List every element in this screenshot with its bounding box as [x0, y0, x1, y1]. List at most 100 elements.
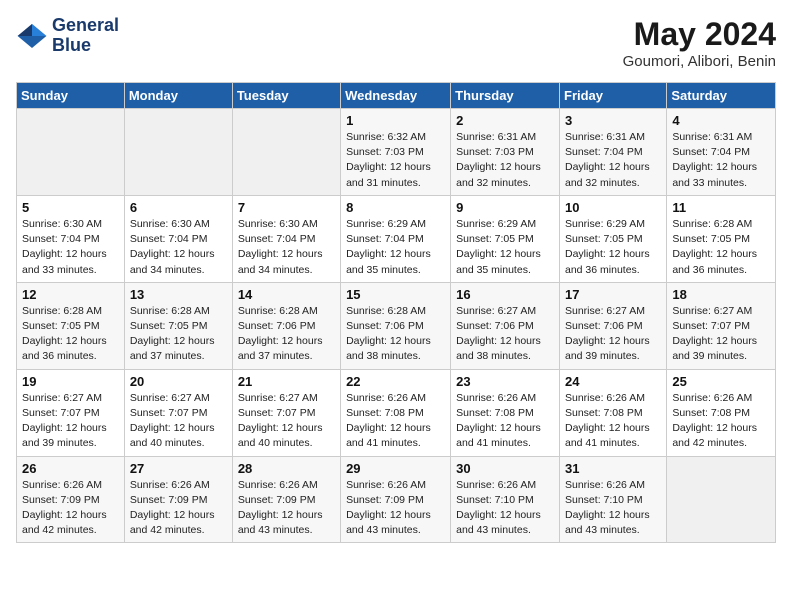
day-cell: 15 Sunrise: 6:28 AM Sunset: 7:06 PM Dayli… [341, 282, 451, 369]
day-cell: 25 Sunrise: 6:26 AM Sunset: 7:08 PM Dayli… [667, 369, 776, 456]
day-info: Sunrise: 6:31 AM Sunset: 7:03 PM Dayligh… [456, 130, 555, 191]
col-header-wednesday: Wednesday [341, 83, 451, 109]
day-cell [17, 109, 125, 196]
day-cell: 8 Sunrise: 6:29 AM Sunset: 7:04 PM Daylig… [341, 195, 451, 282]
day-info: Sunrise: 6:27 AM Sunset: 7:06 PM Dayligh… [456, 304, 555, 365]
week-row-4: 19 Sunrise: 6:27 AM Sunset: 7:07 PM Dayli… [17, 369, 776, 456]
day-cell: 20Sunrise: 6:27 AM Sunset: 7:07 PM Dayli… [124, 369, 232, 456]
day-cell: 30Sunrise: 6:26 AM Sunset: 7:10 PM Dayli… [451, 456, 560, 543]
day-number: 10 [565, 200, 662, 215]
day-number: 9 [456, 200, 555, 215]
day-cell: 24 Sunrise: 6:26 AM Sunset: 7:08 PM Dayli… [560, 369, 667, 456]
day-number: 14 [238, 287, 336, 302]
day-info: Sunrise: 6:29 AM Sunset: 7:05 PM Dayligh… [456, 217, 555, 278]
day-info: Sunrise: 6:31 AM Sunset: 7:04 PM Dayligh… [672, 130, 771, 191]
day-number: 8 [346, 200, 446, 215]
day-number: 27 [130, 461, 228, 476]
day-number: 25 [672, 374, 771, 389]
day-cell: 22 Sunrise: 6:26 AM Sunset: 7:08 PM Dayli… [341, 369, 451, 456]
day-info: Sunrise: 6:27 AM Sunset: 7:07 PM Dayligh… [672, 304, 771, 365]
day-cell: 3 Sunrise: 6:31 AM Sunset: 7:04 PM Daylig… [560, 109, 667, 196]
day-cell: 4 Sunrise: 6:31 AM Sunset: 7:04 PM Daylig… [667, 109, 776, 196]
week-row-3: 12 Sunrise: 6:28 AM Sunset: 7:05 PM Dayli… [17, 282, 776, 369]
day-number: 21 [238, 374, 336, 389]
day-info: Sunrise: 6:28 AM Sunset: 7:05 PM Dayligh… [22, 304, 120, 365]
week-row-1: 1 Sunrise: 6:32 AM Sunset: 7:03 PM Daylig… [17, 109, 776, 196]
day-cell: 5Sunrise: 6:30 AM Sunset: 7:04 PM Daylig… [17, 195, 125, 282]
page-header: General Blue May 2024 Goumori, Alibori, … [16, 16, 776, 70]
day-number: 4 [672, 113, 771, 128]
day-number: 29 [346, 461, 446, 476]
day-number: 12 [22, 287, 120, 302]
day-cell: 14 Sunrise: 6:28 AM Sunset: 7:06 PM Dayli… [232, 282, 340, 369]
day-number: 16 [456, 287, 555, 302]
day-info: Sunrise: 6:27 AM Sunset: 7:07 PM Dayligh… [238, 391, 336, 452]
day-info: Sunrise: 6:30 AM Sunset: 7:04 PM Dayligh… [22, 217, 120, 278]
day-number: 7 [238, 200, 336, 215]
day-number: 15 [346, 287, 446, 302]
day-info: Sunrise: 6:26 AM Sunset: 7:09 PM Dayligh… [130, 478, 228, 539]
day-info: Sunrise: 6:28 AM Sunset: 7:05 PM Dayligh… [130, 304, 228, 365]
day-info: Sunrise: 6:26 AM Sunset: 7:08 PM Dayligh… [346, 391, 446, 452]
day-info: Sunrise: 6:28 AM Sunset: 7:05 PM Dayligh… [672, 217, 771, 278]
day-cell [124, 109, 232, 196]
day-info: Sunrise: 6:28 AM Sunset: 7:06 PM Dayligh… [346, 304, 446, 365]
day-info: Sunrise: 6:31 AM Sunset: 7:04 PM Dayligh… [565, 130, 662, 191]
day-cell: 18 Sunrise: 6:27 AM Sunset: 7:07 PM Dayli… [667, 282, 776, 369]
day-number: 13 [130, 287, 228, 302]
day-number: 28 [238, 461, 336, 476]
logo: General Blue [16, 16, 119, 56]
day-info: Sunrise: 6:29 AM Sunset: 7:04 PM Dayligh… [346, 217, 446, 278]
day-number: 30 [456, 461, 555, 476]
day-info: Sunrise: 6:26 AM Sunset: 7:08 PM Dayligh… [672, 391, 771, 452]
calendar-subtitle: Goumori, Alibori, Benin [623, 53, 776, 70]
day-number: 22 [346, 374, 446, 389]
day-cell: 13 Sunrise: 6:28 AM Sunset: 7:05 PM Dayli… [124, 282, 232, 369]
day-cell: 11 Sunrise: 6:28 AM Sunset: 7:05 PM Dayli… [667, 195, 776, 282]
day-info: Sunrise: 6:26 AM Sunset: 7:08 PM Dayligh… [565, 391, 662, 452]
day-info: Sunrise: 6:27 AM Sunset: 7:07 PM Dayligh… [130, 391, 228, 452]
day-info: Sunrise: 6:29 AM Sunset: 7:05 PM Dayligh… [565, 217, 662, 278]
day-cell [232, 109, 340, 196]
day-info: Sunrise: 6:26 AM Sunset: 7:10 PM Dayligh… [565, 478, 662, 539]
day-info: Sunrise: 6:26 AM Sunset: 7:09 PM Dayligh… [346, 478, 446, 539]
day-cell: 16 Sunrise: 6:27 AM Sunset: 7:06 PM Dayli… [451, 282, 560, 369]
day-number: 24 [565, 374, 662, 389]
day-cell: 7Sunrise: 6:30 AM Sunset: 7:04 PM Daylig… [232, 195, 340, 282]
calendar-table: SundayMondayTuesdayWednesdayThursdayFrid… [16, 82, 776, 543]
col-header-monday: Monday [124, 83, 232, 109]
col-header-saturday: Saturday [667, 83, 776, 109]
day-info: Sunrise: 6:28 AM Sunset: 7:06 PM Dayligh… [238, 304, 336, 365]
day-cell: 1 Sunrise: 6:32 AM Sunset: 7:03 PM Daylig… [341, 109, 451, 196]
day-info: Sunrise: 6:26 AM Sunset: 7:08 PM Dayligh… [456, 391, 555, 452]
week-row-2: 5Sunrise: 6:30 AM Sunset: 7:04 PM Daylig… [17, 195, 776, 282]
title-block: May 2024 Goumori, Alibori, Benin [623, 16, 776, 70]
day-cell: 31Sunrise: 6:26 AM Sunset: 7:10 PM Dayli… [560, 456, 667, 543]
day-cell: 17Sunrise: 6:27 AM Sunset: 7:06 PM Dayli… [560, 282, 667, 369]
day-number: 3 [565, 113, 662, 128]
day-number: 26 [22, 461, 120, 476]
day-info: Sunrise: 6:30 AM Sunset: 7:04 PM Dayligh… [130, 217, 228, 278]
day-cell: 29 Sunrise: 6:26 AM Sunset: 7:09 PM Dayli… [341, 456, 451, 543]
day-info: Sunrise: 6:32 AM Sunset: 7:03 PM Dayligh… [346, 130, 446, 191]
day-cell: 12 Sunrise: 6:28 AM Sunset: 7:05 PM Dayli… [17, 282, 125, 369]
header-row: SundayMondayTuesdayWednesdayThursdayFrid… [17, 83, 776, 109]
calendar-title: May 2024 [623, 16, 776, 53]
day-cell [667, 456, 776, 543]
day-cell: 27 Sunrise: 6:26 AM Sunset: 7:09 PM Dayli… [124, 456, 232, 543]
day-number: 11 [672, 200, 771, 215]
day-cell: 2Sunrise: 6:31 AM Sunset: 7:03 PM Daylig… [451, 109, 560, 196]
day-cell: 10 Sunrise: 6:29 AM Sunset: 7:05 PM Dayli… [560, 195, 667, 282]
day-cell: 19Sunrise: 6:27 AM Sunset: 7:07 PM Dayli… [17, 369, 125, 456]
logo-text: General Blue [52, 16, 119, 56]
day-cell: 28Sunrise: 6:26 AM Sunset: 7:09 PM Dayli… [232, 456, 340, 543]
day-cell: 9 Sunrise: 6:29 AM Sunset: 7:05 PM Daylig… [451, 195, 560, 282]
day-number: 19 [22, 374, 120, 389]
day-number: 18 [672, 287, 771, 302]
logo-icon [16, 20, 48, 52]
day-cell: 21 Sunrise: 6:27 AM Sunset: 7:07 PM Dayli… [232, 369, 340, 456]
day-cell: 26Sunrise: 6:26 AM Sunset: 7:09 PM Dayli… [17, 456, 125, 543]
col-header-tuesday: Tuesday [232, 83, 340, 109]
day-number: 1 [346, 113, 446, 128]
col-header-sunday: Sunday [17, 83, 125, 109]
